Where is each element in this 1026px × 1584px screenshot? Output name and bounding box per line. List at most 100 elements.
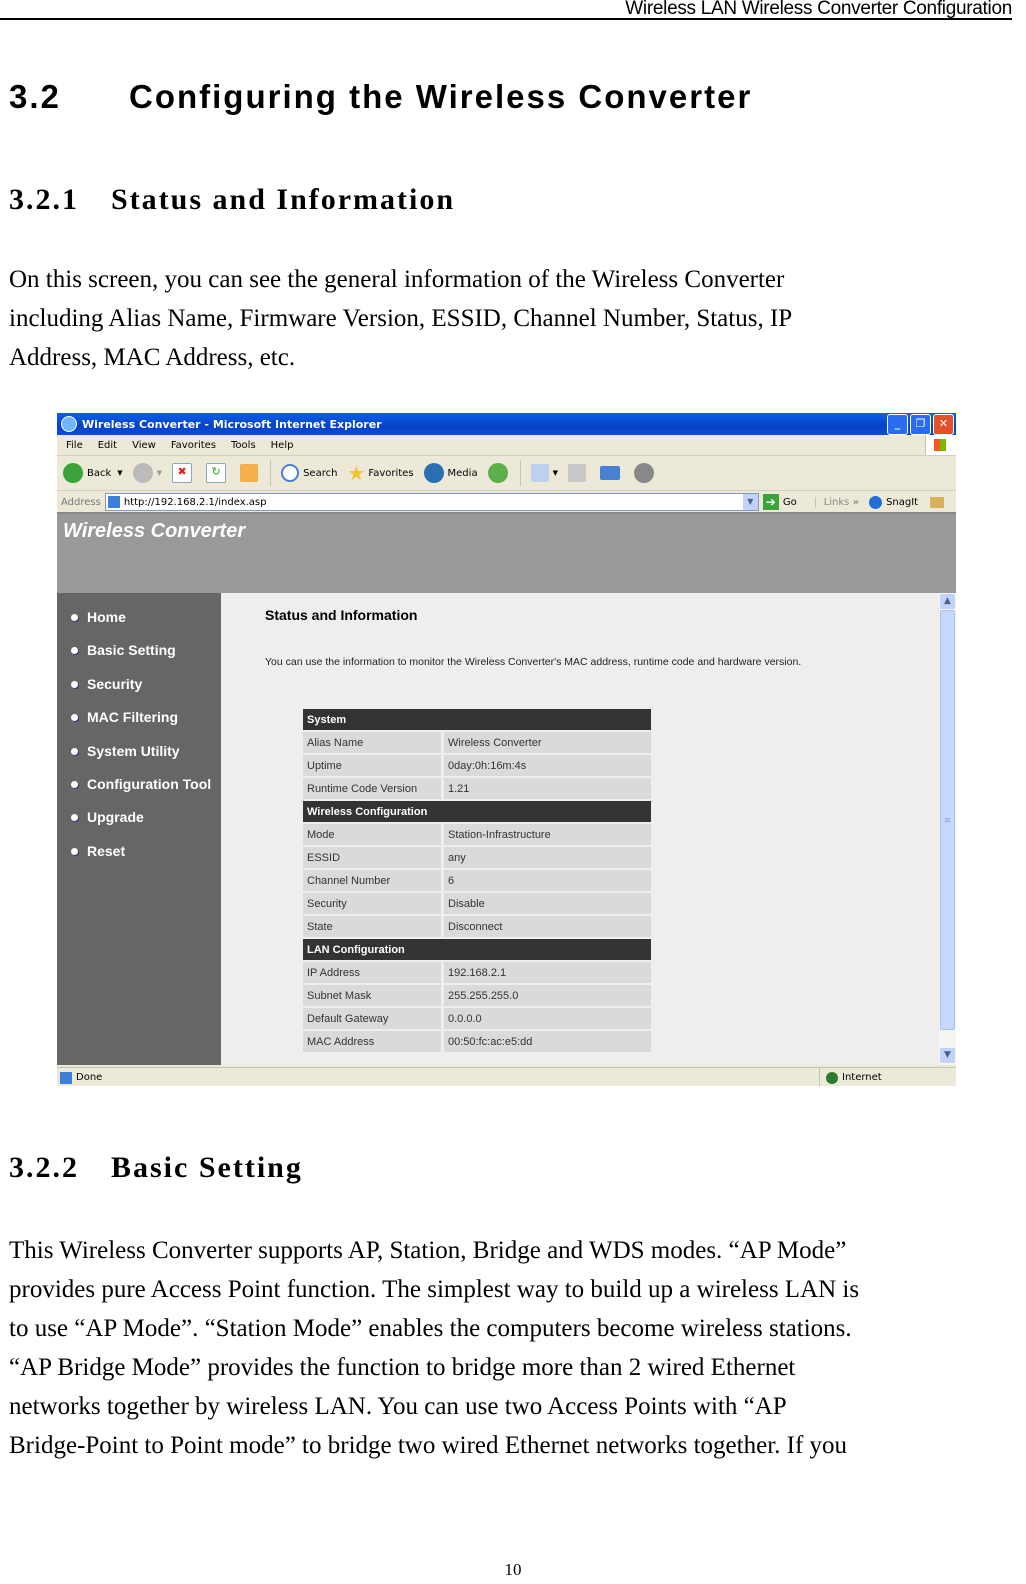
restore-button[interactable]: ❐ [910, 413, 931, 435]
nav-configuration-tool[interactable]: Configuration Tool [71, 776, 211, 792]
paragraph-line: On this screen, you can see the general … [9, 266, 785, 293]
row-value: any [444, 847, 651, 868]
minimize-button[interactable]: _ [887, 413, 908, 435]
ie-icon [61, 416, 77, 432]
stop-button[interactable]: ✖ [172, 463, 196, 483]
edit-button[interactable] [599, 466, 624, 480]
paragraph-line: provides pure Access Point function. The… [9, 1276, 860, 1303]
row-label: IP Address [303, 962, 444, 983]
scrollbar-thumb[interactable]: ≡ [940, 610, 955, 1030]
mail-button[interactable]: ▼ [530, 464, 558, 482]
subsection-number: 3.2.1 [9, 183, 79, 216]
paragraph-line: This Wireless Converter supports AP, Sta… [9, 1237, 847, 1264]
internet-globe-icon [826, 1071, 838, 1084]
chevron-down-icon[interactable]: ▼ [117, 469, 122, 477]
nav-mac-filtering[interactable]: MAC Filtering [71, 709, 178, 725]
row-label: Default Gateway [303, 1008, 444, 1029]
messenger-button[interactable] [633, 463, 658, 483]
stop-icon: ✖ [172, 463, 193, 483]
table-row: Subnet Mask 255.255.255.0 [303, 985, 651, 1006]
table-row: State Disconnect [303, 916, 651, 937]
row-label: Security [303, 893, 444, 914]
scroll-up-icon[interactable]: ▲ [940, 594, 955, 609]
go-arrow-icon: ➔ [762, 494, 779, 510]
section-heading: 3.2 Configuring the Wireless Converter [9, 78, 752, 116]
row-value: Disable [444, 893, 651, 914]
row-value: 00:50:fc:ac:e5:dd [444, 1031, 651, 1052]
home-button[interactable] [240, 464, 262, 482]
paragraph-line: Address, MAC Address, etc. [9, 344, 296, 371]
table-row: MAC Address 00:50:fc:ac:e5:dd [303, 1031, 651, 1052]
links-more-icon[interactable]: » [853, 497, 859, 508]
chevron-down-icon[interactable]: ▼ [742, 494, 758, 510]
row-value: 0day:0h:16m:4s [444, 755, 651, 776]
table-row: Channel Number 6 [303, 870, 651, 891]
search-button[interactable]: Search [281, 464, 337, 482]
media-button[interactable]: Media [423, 463, 478, 483]
folder-icon[interactable] [930, 496, 945, 508]
row-value: Disconnect [444, 916, 651, 937]
section-header-label: Wireless Configuration [303, 801, 651, 822]
row-value: 6 [444, 870, 651, 891]
nav-system-utility[interactable]: System Utility [71, 743, 180, 759]
row-label: MAC Address [303, 1031, 444, 1052]
refresh-button[interactable]: ↻ [206, 463, 230, 483]
links-label: Links [823, 496, 850, 508]
print-icon [567, 464, 586, 482]
nav-basic-setting[interactable]: Basic Setting [71, 642, 176, 658]
table-row: Runtime Code Version 1.21 [303, 778, 651, 799]
bullet-icon [71, 780, 78, 788]
nav-label: System Utility [87, 743, 180, 759]
back-arrow-icon [63, 463, 83, 483]
table-row: IP Address 192.168.2.1 [303, 962, 651, 983]
nav-security[interactable]: Security [71, 676, 142, 692]
bullet-icon [71, 646, 78, 654]
security-zone: Internet [819, 1068, 882, 1086]
menu-tools[interactable]: Tools [231, 440, 256, 451]
home-icon [240, 464, 259, 482]
menu-view[interactable]: View [132, 440, 156, 451]
subsection-title: Basic Setting [111, 1151, 303, 1184]
row-value: Station-Infrastructure [444, 824, 651, 845]
section-title: Configuring the Wireless Converter [129, 78, 753, 115]
row-value: 0.0.0.0 [444, 1008, 651, 1029]
status-table: System Alias Name Wireless Converter Uptime… [303, 707, 651, 1054]
page-done-icon [60, 1071, 72, 1084]
address-input[interactable]: http://192.168.2.1/index.asp ▼ [104, 493, 759, 511]
links-button[interactable]: Links » [814, 496, 859, 508]
snagit-button[interactable]: SnagIt [869, 495, 945, 509]
menu-help[interactable]: Help [271, 440, 294, 451]
scroll-down-icon[interactable]: ▼ [940, 1048, 955, 1063]
print-button[interactable] [567, 464, 590, 482]
close-button[interactable]: ✕ [933, 413, 954, 435]
section-header-label: System [303, 709, 651, 730]
table-section-header: Wireless Configuration [303, 801, 651, 822]
bullet-icon [71, 747, 78, 755]
back-label: Back [87, 467, 112, 479]
star-icon: ★ [347, 461, 366, 485]
table-row: Default Gateway 0.0.0.0 [303, 1008, 651, 1029]
table-row: Uptime 0day:0h:16m:4s [303, 755, 651, 776]
bullet-icon [71, 813, 78, 821]
back-button[interactable]: Back ▼ [63, 463, 123, 483]
paragraph-line: Bridge-Point to Point mode” to bridge tw… [9, 1432, 848, 1459]
bullet-icon [71, 680, 78, 688]
go-button[interactable]: ➔ Go [762, 494, 797, 510]
history-button[interactable] [487, 463, 512, 483]
vertical-scrollbar[interactable]: ▲ ≡ ▼ [939, 593, 956, 1065]
nav-reset[interactable]: Reset [71, 843, 125, 859]
menu-edit[interactable]: Edit [98, 440, 117, 451]
subsection-title: Status and Information [111, 183, 456, 216]
favorites-button[interactable]: ★ Favorites [347, 461, 413, 485]
snagit-label: SnagIt [886, 496, 919, 508]
forward-button[interactable]: ▼ [132, 463, 162, 483]
menu-favorites[interactable]: Favorites [171, 440, 216, 451]
basic-setting-paragraph: This Wireless Converter supports AP, Sta… [9, 1231, 1009, 1465]
nav-home[interactable]: Home [71, 609, 126, 625]
nav-upgrade[interactable]: Upgrade [71, 809, 144, 825]
status-bar: Done Internet [57, 1067, 956, 1086]
chevron-down-icon: ▼ [552, 469, 558, 477]
media-icon [423, 463, 444, 483]
menu-file[interactable]: File [66, 440, 83, 451]
menu-bar: File Edit View Favorites Tools Help [57, 435, 956, 456]
